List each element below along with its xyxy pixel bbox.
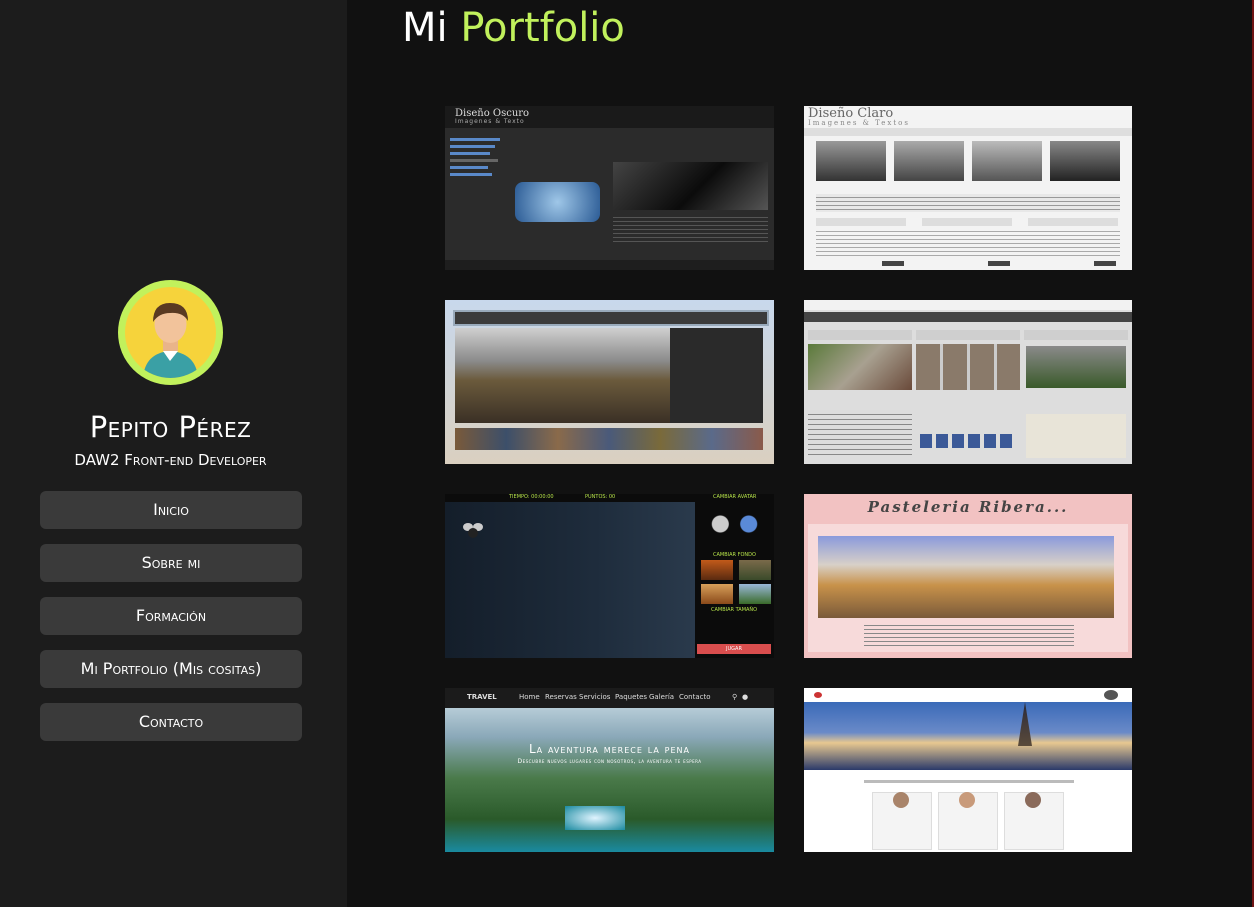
nav-inicio-button[interactable]: Inicio (40, 491, 302, 529)
nav-sobre-mi-button[interactable]: Sobre mi (40, 544, 302, 582)
travel-search-icon: ⚲ (732, 693, 738, 701)
portfolio-item-ciudad[interactable] (445, 300, 774, 464)
game-points-label: PUNTOS: 00 (585, 494, 616, 500)
portfolio-item-pasteleria[interactable]: Pasteleria Ribera... (804, 494, 1132, 658)
game-time-label: TIEMPO: 00:00:00 (509, 494, 554, 500)
travel-user-icon: ● (742, 693, 749, 701)
nav-contacto-button[interactable]: Contacto (40, 703, 302, 741)
sidebar: Pepito Pérez DAW2 Front-end Developer In… (0, 0, 347, 907)
portfolio-item-diseno-oscuro[interactable]: Diseño Oscuro Imagenes & Texto (445, 106, 774, 270)
travel-menu-item: Galería (649, 693, 675, 701)
travel-menu-item: Paquetes (615, 693, 648, 701)
travel-menu-item: Contacto (679, 693, 711, 701)
fly-icon (463, 522, 483, 540)
game-avatar-label: CAMBIAR AVATAR (713, 494, 757, 500)
travel-menu-item: Servicios (579, 693, 611, 701)
travel-headline: La aventura merece la pena (529, 742, 690, 756)
portfolio-item-travel[interactable]: TRAVEL Home Reservas Servicios Paquetes … (445, 688, 774, 852)
nav-portfolio-button[interactable]: Mi Portfolio (Mis cositas) (40, 650, 302, 688)
user-avatar-icon (143, 303, 198, 378)
profile-role: DAW2 Front-end Developer (74, 451, 267, 469)
portfolio-item-paris[interactable] (804, 688, 1132, 852)
profile-name: Pepito Pérez (89, 410, 252, 444)
travel-menu-item: Reservas (545, 693, 577, 701)
thumb-title: Pasteleria Ribera... (867, 498, 1069, 516)
travel-menu-item: Home (519, 693, 540, 701)
travel-brand: TRAVEL (467, 693, 497, 701)
nav-formacion-button[interactable]: Formación (40, 597, 302, 635)
game-play-button: JUGAR (697, 644, 771, 654)
portfolio-item-tienda[interactable] (804, 300, 1132, 464)
avatar (118, 280, 223, 385)
thumb-subtitle: Imagenes & Texto (455, 118, 525, 125)
main-nav: Inicio Sobre mi Formación Mi Portfolio (… (40, 491, 302, 756)
travel-subline: Descubre nuevos lugares con nosotros, la… (517, 758, 702, 765)
game-size-label: CAMBIAR TAMAÑO (711, 607, 758, 613)
page-title: Mi Portfolio (402, 5, 625, 51)
game-bg-label: CAMBIAR FONDO (713, 552, 756, 558)
portfolio-item-juego[interactable]: TIEMPO: 00:00:00 PUNTOS: 00 CAMBIAR AVAT… (445, 494, 774, 658)
portfolio-item-diseno-claro[interactable]: Diseño Claro Imagenes & Textos (804, 106, 1132, 270)
thumb-subtitle: Imagenes & Textos (808, 119, 910, 127)
